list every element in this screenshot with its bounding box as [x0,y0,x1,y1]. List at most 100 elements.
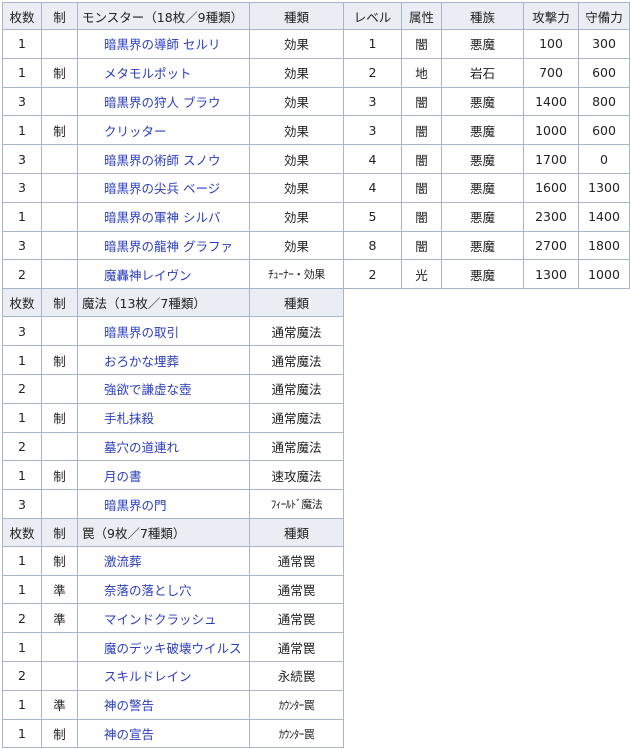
card-name-cell: 強欲で謙虚な壺 [77,374,250,404]
count-cell: 3 [2,230,42,261]
card-name-cell: 神の宣告 [77,718,250,749]
row-spacer [343,489,630,519]
card-name-link[interactable]: 神の宣告 [104,727,154,742]
def-cell: 600 [578,57,630,88]
count-cell: 2 [2,259,42,290]
card-name-link[interactable]: 暗黒界の術師 スノウ [104,153,220,168]
count-cell: 2 [2,374,42,404]
card-name-link[interactable]: スキルドレイン [104,669,192,684]
card-name-link[interactable]: クリッター [104,124,167,139]
limit-cell: 制 [41,545,78,576]
limit-cell [41,632,78,663]
card-name-link[interactable]: 手札抹殺 [104,411,154,426]
kind-cell: ﾌｨｰﾙﾄﾞ魔法 [249,489,344,520]
def-cell: 1400 [578,201,630,232]
card-name-cell: 暗黒界の龍神 グラファ [77,230,250,261]
card-name-cell: マインドクラッシュ [77,603,250,634]
count-cell: 1 [2,29,42,59]
row-spacer [343,719,630,748]
count-cell: 1 [2,201,42,232]
count-cell: 1 [2,545,42,576]
card-name-link[interactable]: 暗黒界の取引 [104,325,179,340]
card-name-link[interactable]: 暗黒界の軍神 シルバ [104,210,220,225]
race-cell: 悪魔 [441,230,524,261]
card-name-link[interactable]: 魔轟神レイヴン [104,268,192,283]
card-name-cell: メタモルポット [77,57,250,88]
level-cell: 3 [343,115,402,146]
limit-cell: 準 [41,689,78,720]
card-name-link[interactable]: メタモルポット [104,66,192,81]
col-header-monster: モンスター（18枚／9種類） [77,2,250,30]
header-spacer [343,518,630,547]
level-cell: 1 [343,29,402,59]
spell-row: 1 制 手札抹殺 通常魔法 [2,402,630,433]
kind-cell: 通常罠 [249,545,344,576]
card-name-link[interactable]: 墓穴の道連れ [104,440,179,455]
def-cell: 1300 [578,172,630,203]
def-cell: 300 [578,29,630,59]
kind-cell: 通常罠 [249,632,344,663]
card-name-cell: スキルドレイン [77,661,250,691]
race-cell: 悪魔 [441,29,524,59]
card-name-link[interactable]: マインドクラッシュ [104,612,217,627]
monster-row: 1 暗黒界の軍神 シルバ 効果 5 闇悪魔 2300 1400 [2,201,630,232]
count-cell: 1 [2,402,42,433]
atk-cell: 100 [523,29,579,59]
card-name-link[interactable]: 魔のデッキ破壊ウイルス [104,641,242,656]
card-name-cell: 暗黒界の導師 セルリ [77,29,250,59]
count-cell: 1 [2,718,42,749]
kind-cell: 通常魔法 [249,374,344,404]
row-spacer [343,546,630,576]
kind-cell: 通常魔法 [249,402,344,433]
card-name-link[interactable]: 暗黒界の尖兵 ベージ [104,181,220,196]
atk-cell: 1400 [523,86,579,117]
count-cell: 1 [2,632,42,663]
card-name-link[interactable]: 月の書 [104,469,142,484]
card-name-link[interactable]: 激流葬 [104,554,142,569]
card-name-link[interactable]: おろかな埋葬 [104,354,179,369]
race-cell: 悪魔 [441,144,524,174]
trap-section: 枚数 制 罠（9枚／7種類） 種類 [2,518,630,547]
atk-cell: 2700 [523,230,579,261]
count-cell: 2 [2,431,42,462]
limit-cell [41,374,78,404]
card-name-link[interactable]: 暗黒界の狩人 ブラウ [104,95,220,110]
kind-cell: ﾁｭｰﾅｰ・効果 [249,259,344,290]
count-cell: 2 [2,661,42,691]
def-cell: 600 [578,115,630,146]
row-spacer [343,432,630,461]
trap-row: 1 制 神の宣告 ｶｳﾝﾀｰ罠 [2,718,630,749]
card-name-link[interactable]: 暗黒界の龍神 グラファ [104,239,233,254]
monster-row: 1 制 クリッター 効果 3 闇悪魔 1000 600 [2,115,630,146]
card-name-cell: 暗黒界の軍神 シルバ [77,201,250,232]
header-spacer [343,288,630,317]
limit-cell [41,431,78,462]
card-name-link[interactable]: 強欲で謙虚な壺 [104,382,192,397]
card-name-cell: おろかな埋葬 [77,345,250,376]
card-name-link[interactable]: 暗黒界の門 [104,498,167,513]
limit-cell: 制 [41,115,78,146]
atk-cell: 1000 [523,115,579,146]
col-header-count: 枚数 [2,2,42,30]
limit-cell: 制 [41,460,78,491]
kind-cell: 通常魔法 [249,345,344,376]
limit-cell [41,230,78,261]
card-name-link[interactable]: 暗黒界の導師 セルリ [104,37,220,52]
card-name-cell: 暗黒界の門 [77,489,250,520]
col-header-atk: 攻撃力 [523,2,579,30]
kind-cell: 効果 [249,115,344,146]
kind-cell: 速攻魔法 [249,460,344,491]
limit-cell: 準 [41,574,78,605]
level-cell: 2 [343,259,402,290]
col-header-spell: 魔法（13枚／7種類） [77,288,250,318]
card-name-link[interactable]: 神の警告 [104,698,154,713]
limit-cell [41,144,78,174]
card-name-cell: 暗黒界の尖兵 ベージ [77,172,250,203]
level-cell: 8 [343,230,402,261]
atk-cell: 1300 [523,259,579,290]
card-name-link[interactable]: 奈落の落とし穴 [104,583,192,598]
spell-section: 枚数 制 魔法（13枚／7種類） 種類 [2,288,630,318]
monster-row: 3 暗黒界の狩人 ブラウ 効果 3 闇悪魔 1400 800 [2,86,630,117]
count-cell: 3 [2,172,42,203]
row-spacer [343,403,630,433]
